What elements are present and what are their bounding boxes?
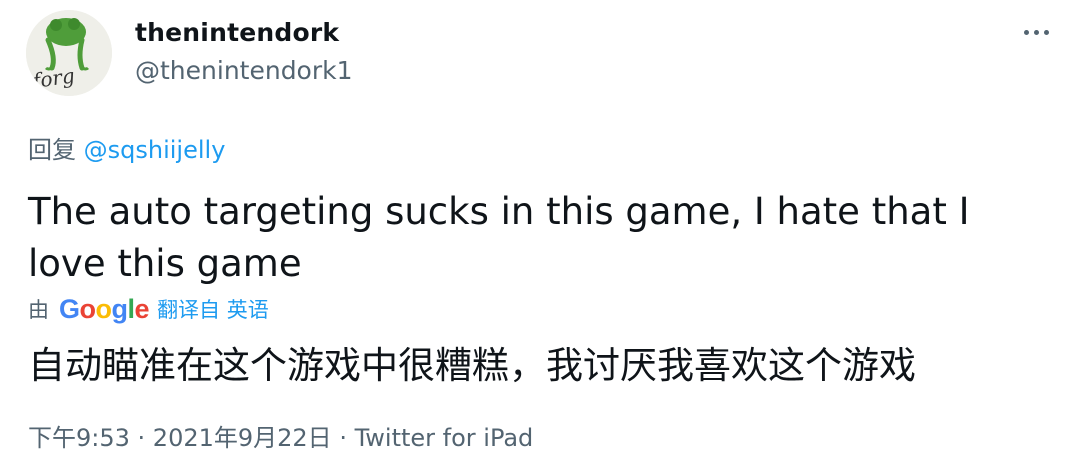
translation-attribution: 由 Google 翻译自 英语 [28, 292, 269, 326]
translated-from-link[interactable]: 翻译自 英语 [157, 294, 269, 324]
frog-avatar-drawing: forg [26, 10, 112, 96]
meta-separator: · [331, 424, 355, 452]
dot [1043, 29, 1049, 35]
tweet-text: The auto targeting sucks in this game, I… [28, 190, 970, 285]
reply-mention-link[interactable]: @sqshiijelly [84, 136, 226, 164]
avatar[interactable]: forg [26, 10, 112, 96]
tweet-meta: 下午9:53 · 2021年9月22日 · Twitter for iPad [28, 418, 533, 452]
meta-separator: · [129, 424, 153, 452]
tweet-time[interactable]: 下午9:53 [28, 424, 130, 452]
display-name[interactable]: thenintendork [135, 18, 339, 47]
tweet-card: forg thenintendork @thenintendork1 回复 @s… [0, 0, 1080, 452]
google-logo: Google [59, 293, 150, 324]
reply-context: 回复 @sqshiijelly [28, 130, 225, 165]
reply-prefix: 回复 [28, 136, 76, 164]
tweet-source[interactable]: Twitter for iPad [355, 424, 534, 452]
translated-text: 自动瞄准在这个游戏中很糟糕，我讨厌我喜欢这个游戏 [28, 344, 916, 387]
translated-by-label: 由 [28, 298, 49, 322]
user-handle[interactable]: @thenintendork1 [135, 56, 353, 85]
more-dots-icon[interactable] [1016, 20, 1056, 44]
tweet-date[interactable]: 2021年9月22日 [153, 424, 332, 452]
dot [1033, 29, 1039, 35]
dot [1023, 29, 1029, 35]
